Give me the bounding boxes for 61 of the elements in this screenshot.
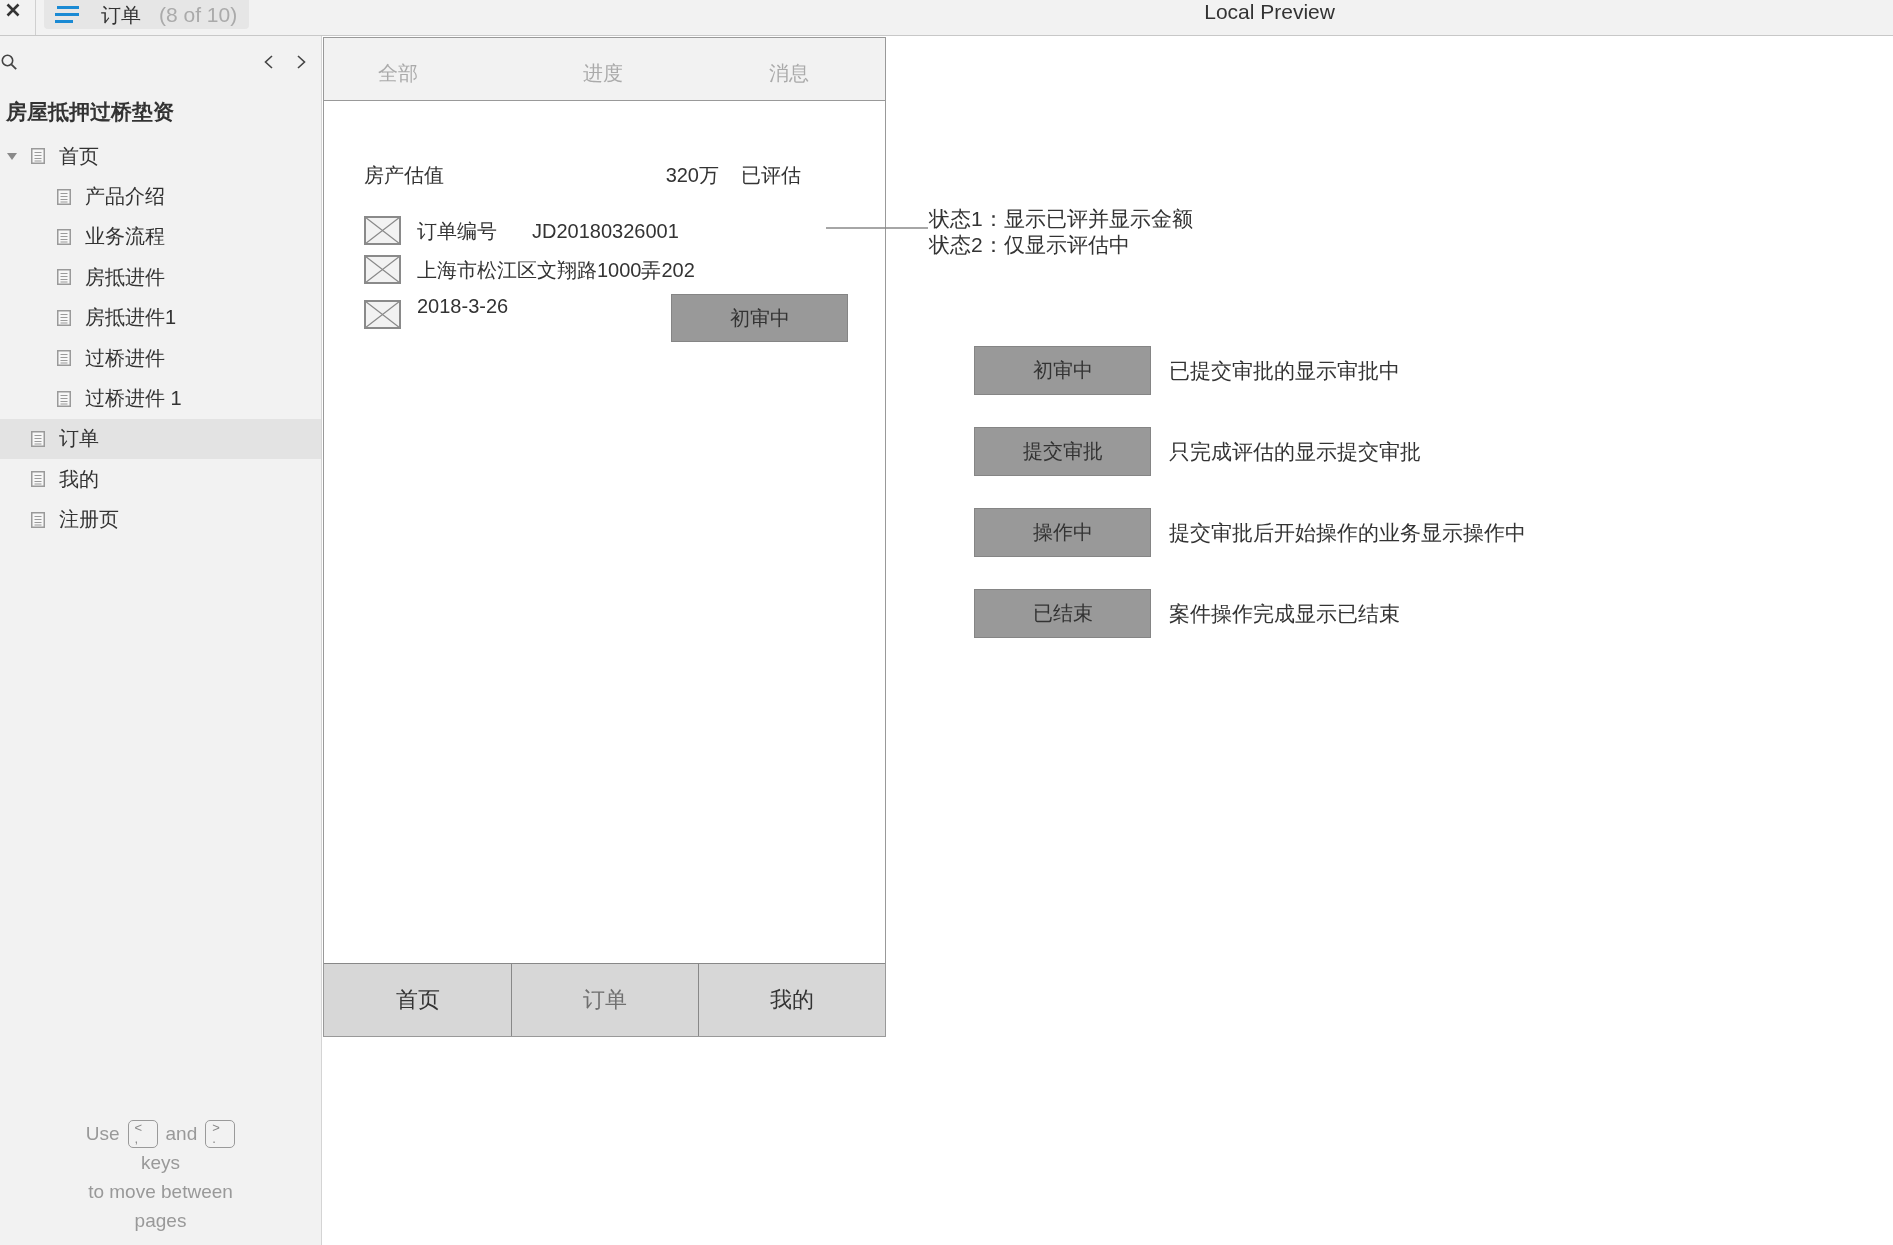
date-text: 2018-3-26 [417, 294, 509, 318]
status-button[interactable]: 提交审批 [974, 427, 1151, 476]
window-title: Local Preview [1204, 0, 1335, 24]
chevron-left-icon[interactable] [264, 55, 273, 69]
status-button[interactable]: 操作中 [974, 508, 1151, 557]
page-icon [57, 350, 71, 367]
page-item[interactable]: 过桥进件 1 [0, 378, 321, 419]
project-title: 房屋抵押过桥垫资 [6, 100, 174, 124]
hint-text: keys [140, 1151, 181, 1175]
image-placeholder-icon [364, 216, 401, 245]
order-number: JD20180326001 [532, 218, 679, 243]
page-icon [31, 430, 45, 447]
status-button[interactable]: 初审中 [974, 346, 1151, 395]
page-icon [31, 471, 45, 488]
address-text: 上海市松江区文翔路1000弄202 [417, 257, 695, 282]
caret-down-icon[interactable] [7, 152, 17, 160]
hint-text: pages [134, 1209, 187, 1233]
close-icon[interactable] [6, 3, 20, 17]
image-placeholder-icon [364, 255, 401, 284]
page-icon [57, 390, 71, 407]
nav-tab[interactable]: 订单 [511, 964, 698, 1036]
field-label: 订单编号 [417, 218, 497, 243]
status-button[interactable]: 初审中 [671, 294, 848, 342]
page-title: 订单 [101, 2, 141, 27]
status-text: 已评估 [741, 163, 801, 187]
keyboard-key: < , [127, 1119, 158, 1148]
page-count: (8 of 10) [159, 2, 238, 27]
note-text: 状态1：显示已评并显示金额 [929, 206, 1193, 232]
description-text: 案件操作完成显示已结束 [1169, 600, 1400, 627]
image-placeholder-icon [364, 300, 401, 329]
page-item[interactable]: 首页 [0, 136, 321, 177]
nav-tab[interactable]: 首页 [324, 964, 511, 1036]
page-item[interactable]: 过桥进件 [0, 337, 321, 379]
description-text: 已提交审批的显示审批中 [1169, 357, 1400, 384]
page-item[interactable]: 产品介绍 [0, 176, 321, 217]
page-icon [31, 511, 45, 528]
page-item[interactable]: 订单 [0, 418, 321, 460]
page-item[interactable]: 房抵进件 [0, 257, 321, 298]
description-text: 只完成评估的显示提交审批 [1169, 438, 1421, 465]
page-icon [57, 188, 71, 205]
status-button[interactable]: 已结束 [974, 589, 1151, 638]
hint-text: and [165, 1122, 198, 1146]
chevron-right-icon[interactable] [297, 55, 306, 69]
field-label: 房产估值 [364, 163, 444, 187]
keyboard-key: > . [205, 1119, 236, 1148]
search-icon[interactable] [1, 54, 17, 70]
nav-tab[interactable]: 我的 [698, 964, 885, 1036]
note-text: 状态2：仅显示评估中 [929, 232, 1130, 258]
page-icon [57, 269, 71, 286]
menu-icon[interactable] [55, 6, 79, 23]
page-item[interactable]: 注册页 [0, 499, 321, 540]
hint-text: to move between [88, 1180, 233, 1204]
amount-text: 320万 [665, 163, 719, 187]
page-item[interactable]: 业务流程 [0, 216, 321, 258]
description-text: 提交审批后开始操作的业务显示操作中 [1169, 519, 1526, 546]
page-icon [57, 309, 71, 326]
page-icon [31, 148, 45, 165]
hint-text: Use [85, 1122, 120, 1146]
page-icon [57, 228, 71, 245]
page-item[interactable]: 我的 [0, 459, 321, 500]
page-item[interactable]: 房抵进件1 [0, 297, 321, 338]
